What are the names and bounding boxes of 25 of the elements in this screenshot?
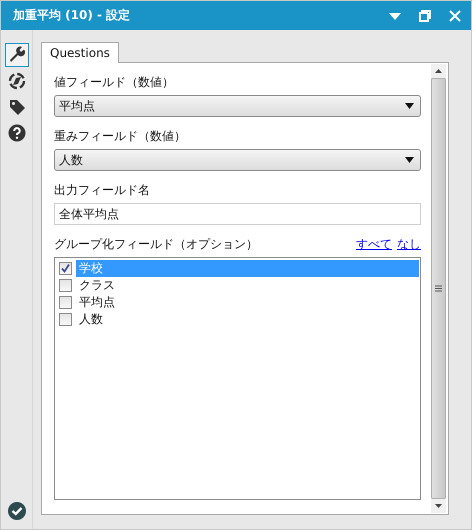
restore-icon[interactable] [417,8,433,22]
field-label: 重みフィールド（数値） [54,128,187,145]
list-item[interactable]: 人数 [76,311,419,328]
checkbox[interactable] [59,279,72,292]
tab[interactable]: Questions [41,42,119,63]
field-label: 値フィールド（数値） [54,74,175,91]
caret-icon [405,103,414,109]
checkbox[interactable] [59,313,72,326]
field-label: グループ化フィールド（オプション） [54,236,259,253]
field-label: 出力フィールド名 [54,182,151,199]
link[interactable]: すべて [356,236,392,252]
checkbox[interactable] [59,296,72,309]
close-icon[interactable] [447,8,463,22]
window-title: 加重平均 (10) - 設定 [13,7,132,24]
caret-icon [405,157,414,163]
list-item[interactable]: 平均点 [76,294,419,311]
dropdown[interactable]: 平均点 [54,95,421,117]
grip-icon [435,285,442,292]
scrollbar[interactable] [431,64,446,513]
dropdown[interactable]: 人数 [54,149,421,171]
wrench-icon[interactable] [4,43,28,67]
list-item[interactable]: クラス [76,277,419,294]
input-field[interactable]: 全体平均点 [54,203,421,225]
link[interactable]: なし [397,236,421,252]
checkbox[interactable] [59,262,72,275]
